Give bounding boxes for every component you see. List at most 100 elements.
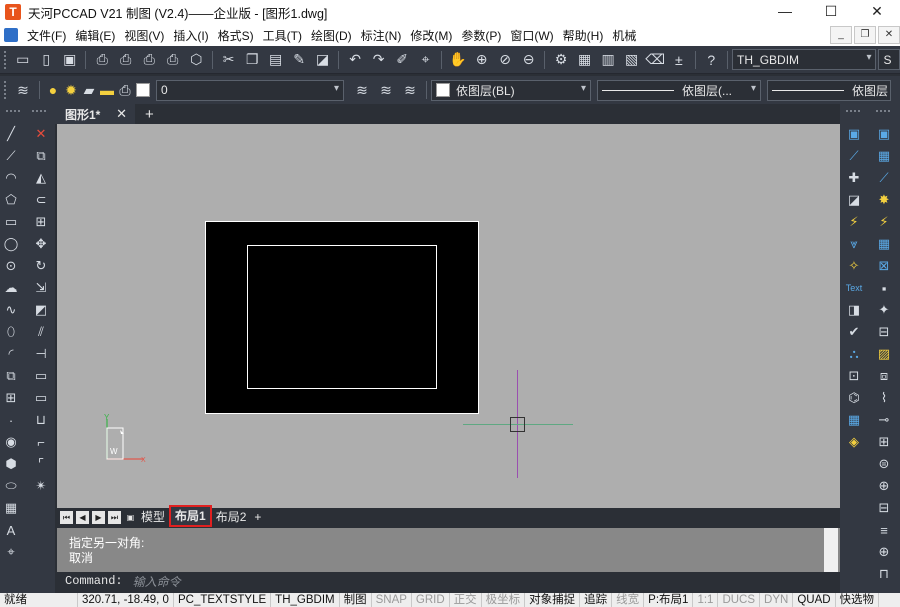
print-preview-icon[interactable]: ⎙	[116, 50, 136, 70]
first-tab-icon[interactable]: ⏮	[60, 510, 73, 524]
mdi-close-button[interactable]: ✕	[878, 26, 900, 44]
break-at-point-icon[interactable]: ▭	[31, 388, 51, 408]
hatch-pattern-icon[interactable]: ▨	[874, 344, 894, 364]
linetype-select[interactable]: 依图层(... ▾	[597, 79, 761, 101]
add-tab-button[interactable]: +	[145, 106, 154, 123]
seal-icon[interactable]: ⊓	[874, 564, 894, 584]
stretch-icon[interactable]: ◩	[31, 300, 51, 320]
tab-model[interactable]: 模型	[137, 508, 169, 526]
array-icon[interactable]: ⊞	[31, 212, 51, 232]
menu-mechanical[interactable]: 机械	[610, 27, 643, 44]
help-icon[interactable]: ?	[702, 50, 722, 70]
insert-block-icon[interactable]: ⧉	[1, 366, 21, 386]
lock-icon[interactable]: ▰	[82, 80, 96, 100]
make-block-icon[interactable]: ⊞	[1, 388, 21, 408]
menu-dimension[interactable]: 标注(N)	[359, 27, 409, 44]
extend-icon[interactable]: ⊣	[31, 344, 51, 364]
close-icon[interactable]: ✕	[116, 106, 127, 122]
boundary-icon[interactable]: ⬭	[1, 476, 21, 496]
settings-gear-icon[interactable]: ⚙	[551, 50, 571, 70]
match-properties-icon[interactable]: ✎	[289, 50, 309, 70]
trim-icon[interactable]: ⫽	[31, 322, 51, 342]
pick-icon[interactable]: ⌖	[1, 542, 21, 562]
view-icon[interactable]: ▣	[844, 124, 864, 144]
eraser-icon[interactable]: ⌫	[645, 50, 665, 70]
menu-file[interactable]: 文件(F)	[25, 27, 73, 44]
block-editor-icon[interactable]: ◪	[313, 50, 333, 70]
erase-icon[interactable]: ✕	[31, 124, 51, 144]
status-toggle[interactable]: GRID	[412, 593, 450, 607]
design-center-icon[interactable]: ▥	[598, 50, 618, 70]
toolbar-grip[interactable]	[846, 110, 860, 113]
command-input[interactable]: 输入命令	[133, 573, 181, 590]
spring-icon[interactable]: ⌇	[874, 388, 894, 408]
status-toggle[interactable]: PC_TEXTSTYLE	[174, 593, 272, 607]
status-toggle[interactable]: 极坐标	[482, 593, 526, 607]
magic-wand-icon[interactable]: ✧	[844, 256, 864, 276]
drawing-canvas[interactable]: Y W X	[57, 124, 840, 508]
detail-view-icon[interactable]: ⊡	[844, 366, 864, 386]
bearing-icon[interactable]: ✦	[874, 300, 894, 320]
menu-modify[interactable]: 修改(M)	[408, 27, 459, 44]
datum-icon[interactable]: ⌬	[844, 388, 864, 408]
status-toggle[interactable]: SNAP	[372, 593, 412, 607]
library-icon[interactable]: ◈	[844, 432, 864, 452]
redo-icon[interactable]: ↷	[369, 50, 389, 70]
paste-icon[interactable]: ▤	[266, 50, 286, 70]
pin-icon[interactable]: ⊕	[874, 476, 894, 496]
layer-state-icon[interactable]: ≋	[400, 80, 420, 100]
menu-format[interactable]: 格式S)	[216, 27, 261, 44]
3d-box-icon[interactable]: ⬡	[186, 50, 206, 70]
status-toggle[interactable]: P:布局1	[644, 593, 694, 607]
print-icon[interactable]: ⎙	[92, 50, 112, 70]
document-icon[interactable]	[4, 28, 18, 42]
status-toggle[interactable]: 正交	[450, 593, 482, 607]
move-icon[interactable]: ✥	[31, 234, 51, 254]
command-scrollbar[interactable]	[824, 528, 838, 572]
cut-icon[interactable]: ✂	[219, 50, 239, 70]
toolbar-grip[interactable]	[4, 50, 7, 69]
tab-list-icon[interactable]: ▣	[124, 510, 137, 524]
bom-icon[interactable]: ⛬	[844, 344, 864, 364]
sun-icon[interactable]: ✹	[64, 80, 78, 100]
explode-icon[interactable]: ✴	[31, 476, 51, 496]
offset-icon[interactable]: ⊂	[31, 190, 51, 210]
ellipse-icon[interactable]: ⬯	[1, 322, 21, 342]
gradient-icon[interactable]: ⬢	[1, 454, 21, 474]
properties-icon[interactable]: ▦	[575, 50, 595, 70]
zoom-previous-icon[interactable]: ⊖	[519, 50, 539, 70]
dimstyle-select[interactable]: TH_GBDIM ▾	[732, 49, 877, 70]
layer-select[interactable]: 0 ▾	[156, 79, 344, 101]
circle-icon[interactable]: ◯	[1, 234, 21, 254]
spline-icon[interactable]: ∿	[1, 300, 21, 320]
mirror-icon[interactable]: ◭	[31, 168, 51, 188]
menu-draw[interactable]: 绘图(D)	[309, 27, 359, 44]
revision-cloud-icon[interactable]: ☁	[1, 278, 21, 298]
join-icon[interactable]: ⊔	[31, 410, 51, 430]
last-tab-icon[interactable]: ⏭	[108, 510, 121, 524]
table-icon[interactable]: ▦	[874, 234, 894, 254]
lineweight-select[interactable]: 依图层	[767, 79, 891, 101]
construction-line-icon[interactable]: ⟋	[1, 146, 21, 166]
menu-tools[interactable]: 工具(T)	[261, 27, 309, 44]
rotate-icon[interactable]: ↻	[31, 256, 51, 276]
mdi-restore-button[interactable]: ❐	[854, 26, 876, 44]
point-icon[interactable]: ·	[1, 410, 21, 430]
menu-window[interactable]: 窗口(W)	[508, 27, 560, 44]
chain-icon[interactable]: ⊕	[874, 542, 894, 562]
text-style-icon[interactable]: Text	[844, 278, 864, 298]
gear-part-icon[interactable]: ≡	[874, 520, 894, 540]
status-toggle[interactable]: 追踪	[580, 593, 613, 607]
frame-icon[interactable]: ◨	[844, 300, 864, 320]
polygon-icon[interactable]: ⬠	[1, 190, 21, 210]
status-toggle[interactable]: TH_GBDIM	[271, 593, 340, 607]
make-current-layer-icon[interactable]: ≋	[352, 80, 372, 100]
folder-icon[interactable]: ▬	[100, 80, 114, 100]
copy-icon[interactable]: ❐	[242, 50, 262, 70]
fillet-icon[interactable]: ⌜	[31, 454, 51, 474]
chamfer-icon[interactable]: ⌐	[31, 432, 51, 452]
mdi-minimize-button[interactable]: _	[830, 26, 852, 44]
tool-palette-icon[interactable]: ▧	[622, 50, 642, 70]
status-toggle[interactable]: DUCS	[718, 593, 761, 607]
balloon-icon[interactable]: ✔	[844, 322, 864, 342]
